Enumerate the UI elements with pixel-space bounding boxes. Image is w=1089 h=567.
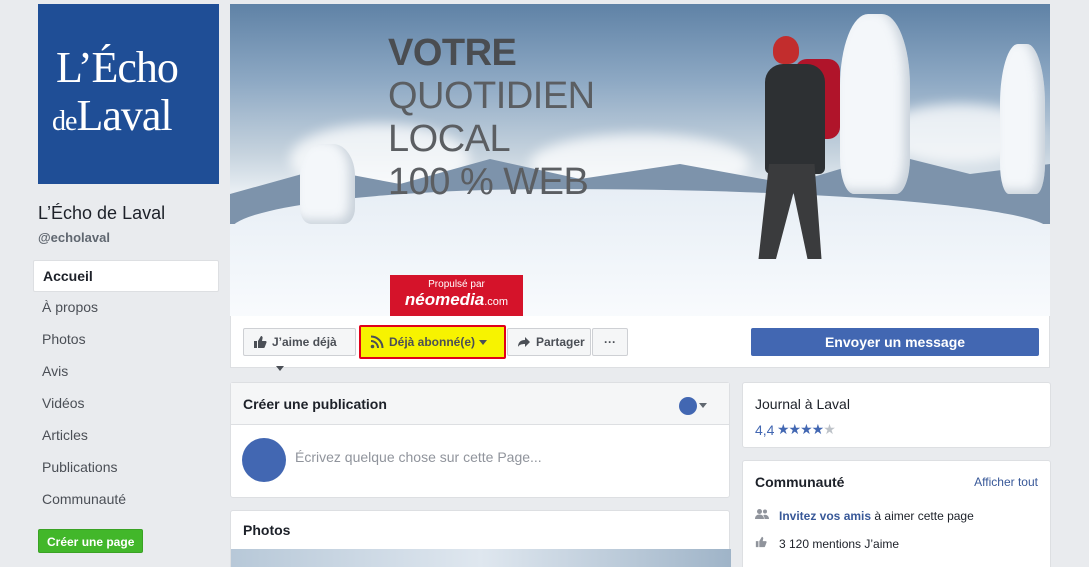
logo-line2: deLaval — [52, 90, 173, 141]
likes-count-row: 3 120 mentions J’aime — [755, 536, 899, 551]
create-post-title: Créer une publication — [243, 396, 387, 412]
likes-count: 3 120 mentions J’aime — [779, 537, 900, 551]
nav-item-videos[interactable]: Vidéos — [33, 388, 219, 420]
create-post-panel: Créer une publication Écrivez quelque ch… — [230, 382, 730, 498]
rating-value[interactable]: 4,4 — [755, 422, 774, 438]
community-panel: Communauté Afficher tout Invitez vos ami… — [742, 460, 1051, 567]
post-as-avatar[interactable] — [679, 397, 697, 415]
post-composer-input[interactable]: Écrivez quelque chose sur cette Page... — [295, 449, 542, 465]
nav-item-avis[interactable]: Avis — [33, 356, 219, 388]
neomedia-badge: Propulsé par néomedia.com — [390, 275, 523, 316]
photos-title[interactable]: Photos — [231, 511, 729, 549]
badge-brand: néomedia.com — [390, 290, 523, 310]
nav-item-articles[interactable]: Articles — [33, 420, 219, 452]
page-category[interactable]: Journal à Laval — [755, 396, 850, 412]
logo-line2-word: Laval — [76, 91, 172, 140]
nav-item-communaute[interactable]: Communauté — [33, 484, 219, 516]
create-page-button[interactable]: Créer une page — [38, 529, 144, 553]
star-icon: ★★★★ — [777, 421, 824, 437]
cover-photo[interactable]: VOTRE QUOTIDIEN LOCAL 100 % WEB Propulsé… — [230, 4, 1050, 316]
avatar — [242, 438, 286, 482]
thumbs-up-icon — [755, 536, 769, 551]
cover-line4: 100 % WEB — [388, 161, 589, 203]
page-title[interactable]: L’Écho de Laval — [38, 203, 165, 224]
badge-brand-name: néomedia — [404, 290, 485, 309]
cover-tree — [840, 14, 910, 194]
cover-tree — [300, 144, 355, 224]
chevron-down-icon[interactable] — [699, 403, 707, 408]
rating-stars[interactable]: ★★★★★ — [777, 421, 836, 438]
invite-friends-link[interactable]: Invitez vos amis — [779, 509, 871, 523]
invite-friends-row: Invitez vos amis à aimer cette page — [755, 508, 974, 523]
follow-button-label: Déjà abonné(e) — [389, 335, 476, 349]
like-button-label: J’aime déjà — [272, 335, 337, 349]
like-button[interactable]: J’aime déjà — [243, 328, 356, 372]
people-icon — [755, 508, 769, 523]
photos-preview[interactable] — [231, 549, 731, 567]
nav-item-a-propos[interactable]: À propos — [33, 292, 219, 324]
badge-top: Propulsé par — [428, 279, 485, 290]
nav-item-photos[interactable]: Photos — [33, 324, 219, 356]
cover-slogan: VOTRE QUOTIDIEN LOCAL 100 % WEB — [388, 32, 595, 204]
hiker-head — [773, 36, 799, 64]
cover-tree — [1000, 44, 1045, 194]
cover-line2: QUOTIDIEN — [388, 75, 595, 117]
hiker-body — [765, 64, 825, 174]
chevron-down-icon — [479, 340, 488, 346]
page-handle[interactable]: @echolaval — [38, 230, 110, 245]
photos-panel: Photos — [230, 510, 731, 567]
star-icon: ★ — [823, 421, 836, 437]
share-button-label: Partager — [536, 335, 585, 349]
more-dots-icon: ··· — [604, 335, 616, 349]
community-title: Communauté — [755, 474, 845, 490]
nav-item-publications[interactable]: Publications — [33, 452, 219, 484]
send-message-button[interactable]: Envoyer un message — [751, 328, 1039, 356]
chevron-down-icon — [276, 366, 284, 372]
action-bar: J’aime déjà Déjà abonné(e) Partager ··· … — [230, 316, 1050, 372]
share-button[interactable]: Partager — [507, 328, 591, 356]
share-arrow-icon — [517, 335, 531, 349]
logo-line1: L’Écho — [56, 43, 179, 92]
page-nav: Accueil À propos Photos Avis Vidéos Arti… — [33, 260, 219, 516]
nav-item-accueil[interactable]: Accueil — [33, 260, 219, 292]
invite-friends-text: à aimer cette page — [871, 509, 974, 523]
cover-line1: VOTRE — [388, 32, 517, 74]
logo-line2-prefix: de — [52, 106, 77, 137]
thumbs-up-icon — [253, 335, 267, 349]
cover-line3: LOCAL — [388, 118, 511, 160]
badge-brand-suffix: .com — [484, 296, 509, 308]
create-post-header: Créer une publication — [231, 383, 729, 425]
more-options-button[interactable]: ··· — [592, 328, 628, 356]
follow-button[interactable]: Déjà abonné(e) — [359, 325, 506, 359]
see-all-link[interactable]: Afficher tout — [974, 475, 1038, 489]
about-panel: Journal à Laval 4,4 ★★★★★ — [742, 382, 1051, 448]
rss-icon — [370, 335, 384, 349]
page-logo[interactable]: L’Écho deLaval — [38, 4, 219, 184]
